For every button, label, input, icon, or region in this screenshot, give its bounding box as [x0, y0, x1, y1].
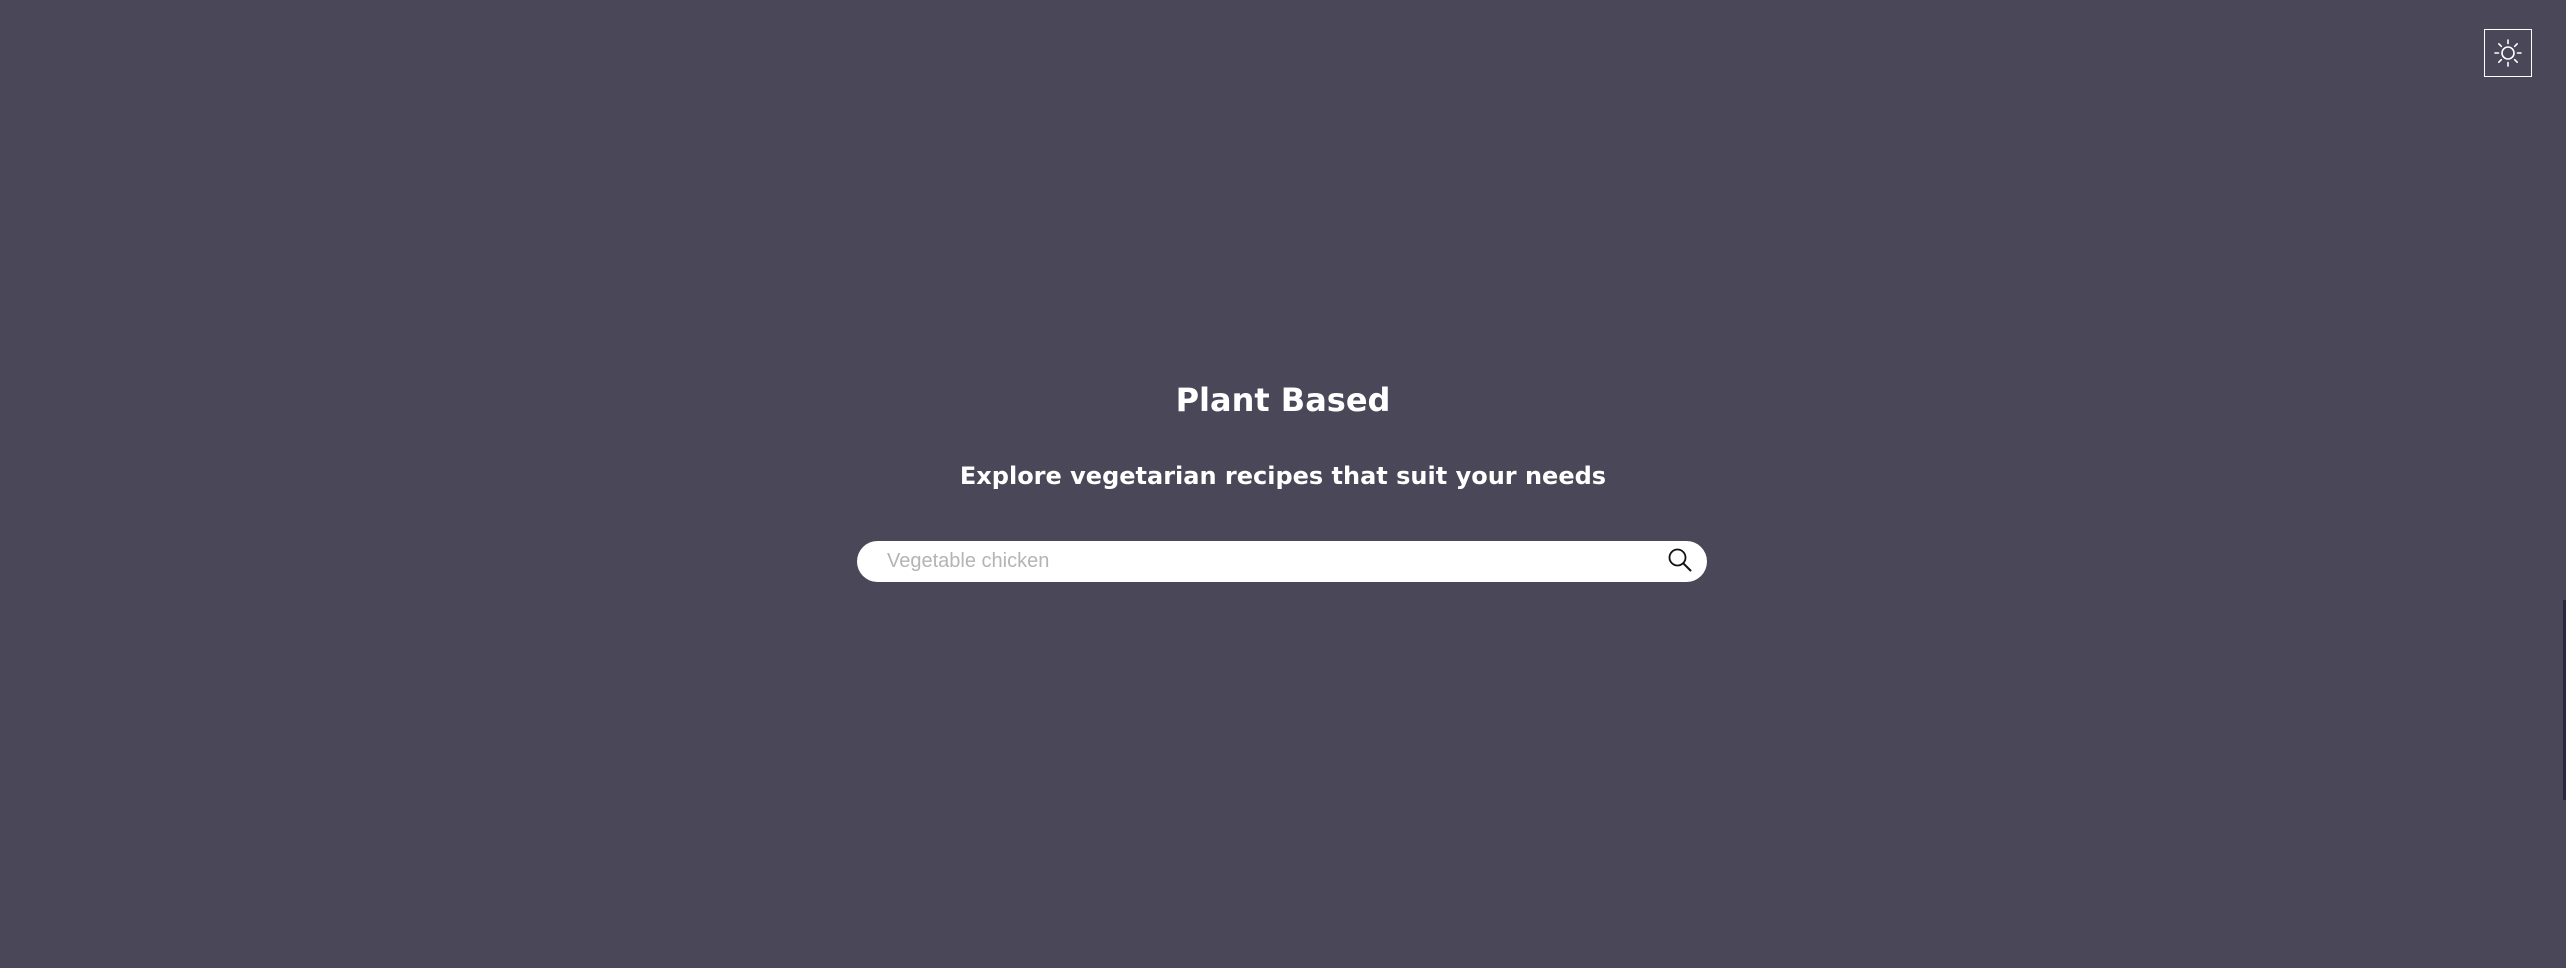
theme-toggle-button[interactable]	[2484, 29, 2532, 77]
page: Plant Based Explore vegetarian recipes t…	[0, 0, 2566, 968]
page-subtitle: Explore vegetarian recipes that suit you…	[959, 462, 1607, 490]
sun-icon	[2493, 38, 2523, 68]
page-title: Plant Based	[1175, 381, 1391, 419]
search-input[interactable]	[857, 541, 1659, 582]
search-icon	[1667, 547, 1693, 576]
search-button[interactable]	[1659, 541, 1707, 582]
search-bar	[857, 541, 1707, 582]
